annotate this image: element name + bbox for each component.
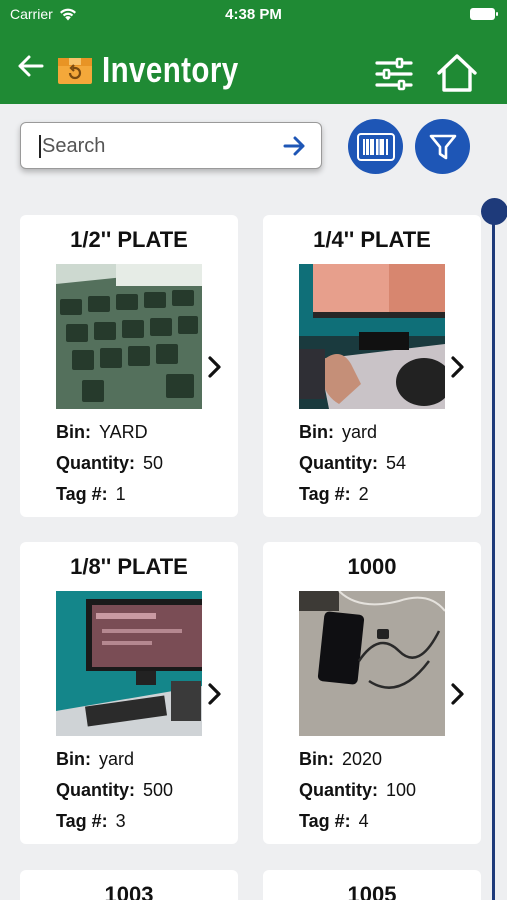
tag-row: Tag #: 4 xyxy=(299,811,369,831)
bin-value: 2020 xyxy=(342,749,383,769)
item-title: 1000 xyxy=(347,554,397,579)
chevron-right-icon[interactable] xyxy=(207,355,223,379)
scrollbar-thumb[interactable] xyxy=(481,198,507,225)
quantity-row: Quantity: 50 xyxy=(56,453,164,473)
bin-row: Bin: yard xyxy=(299,422,378,442)
back-button[interactable] xyxy=(16,52,48,80)
bin-value: yard xyxy=(342,422,378,442)
bin-value: YARD xyxy=(99,422,148,442)
bin-row: Bin: 2020 xyxy=(299,749,383,769)
item-photo xyxy=(56,264,202,409)
home-button[interactable] xyxy=(436,53,478,93)
bin-row: Bin: yard xyxy=(56,749,135,769)
tag-value: 1 xyxy=(115,484,126,504)
bin-row: Bin: YARD xyxy=(56,422,148,442)
quantity-value: 100 xyxy=(386,780,417,800)
tag-value: 3 xyxy=(115,811,126,831)
quantity-row: Quantity: 100 xyxy=(299,780,417,800)
arrow-right-icon xyxy=(283,136,305,156)
quantity-row: Quantity: 54 xyxy=(299,453,407,473)
item-photo xyxy=(299,264,445,409)
inventory-card[interactable]: 1003 xyxy=(20,870,238,900)
chevron-right-icon[interactable] xyxy=(450,355,466,379)
inventory-box-icon xyxy=(57,55,93,85)
tag-value: 4 xyxy=(358,811,369,831)
tag-row: Tag #: 3 xyxy=(56,811,126,831)
item-title: 1003 xyxy=(104,882,154,900)
tag-row: Tag #: 2 xyxy=(299,484,369,504)
chevron-right-icon[interactable] xyxy=(207,682,223,706)
settings-button[interactable] xyxy=(374,56,414,92)
tag-row: Tag #: 1 xyxy=(56,484,126,504)
app-header: Inventory xyxy=(0,28,507,104)
item-photo xyxy=(299,591,445,736)
inventory-card[interactable]: 1/2'' PLATE Bin: YARD Quantity: 50 Tag #: 1 xyxy=(20,215,238,517)
chevron-right-icon[interactable] xyxy=(450,682,466,706)
page-title: Inventory xyxy=(102,49,239,90)
quantity-row: Quantity: 500 xyxy=(56,780,174,800)
bin-value: yard xyxy=(99,749,135,769)
item-title: 1/4'' PLATE xyxy=(313,227,431,252)
status-bar: Carrier 4:38 PM xyxy=(0,0,507,28)
item-photo xyxy=(56,591,202,736)
search-submit-button[interactable] xyxy=(283,136,307,156)
sliders-icon xyxy=(375,57,413,91)
barcode-scan-button[interactable] xyxy=(348,119,403,174)
tag-value: 2 xyxy=(358,484,369,504)
search-bar xyxy=(20,122,322,169)
quantity-value: 50 xyxy=(143,453,164,473)
item-title: 1/8'' PLATE xyxy=(70,554,188,579)
scrollbar-track[interactable] xyxy=(492,212,495,900)
inventory-card[interactable]: 1/8'' PLATE Bin: yard Quantity: 500 Tag #:… xyxy=(20,542,238,844)
home-icon xyxy=(437,54,477,92)
back-arrow-icon xyxy=(18,55,44,77)
filter-button[interactable] xyxy=(415,119,470,174)
status-time: 4:38 PM xyxy=(225,6,282,23)
inventory-card[interactable]: 1005 xyxy=(263,870,481,900)
item-title: 1005 xyxy=(347,882,397,900)
search-input[interactable] xyxy=(39,135,279,158)
barcode-icon xyxy=(356,132,395,161)
item-title: 1/2'' PLATE xyxy=(70,227,188,252)
filter-icon xyxy=(429,134,456,159)
battery-icon xyxy=(470,8,498,20)
inventory-card[interactable]: 1000 Bin: 2020 Quantity: 100 Tag #: 4 xyxy=(263,542,481,844)
quantity-value: 54 xyxy=(386,453,407,473)
inventory-card[interactable]: 1/4'' PLATE Bin: yard Quantity: 54 Tag #: 2 xyxy=(263,215,481,517)
quantity-value: 500 xyxy=(143,780,174,800)
